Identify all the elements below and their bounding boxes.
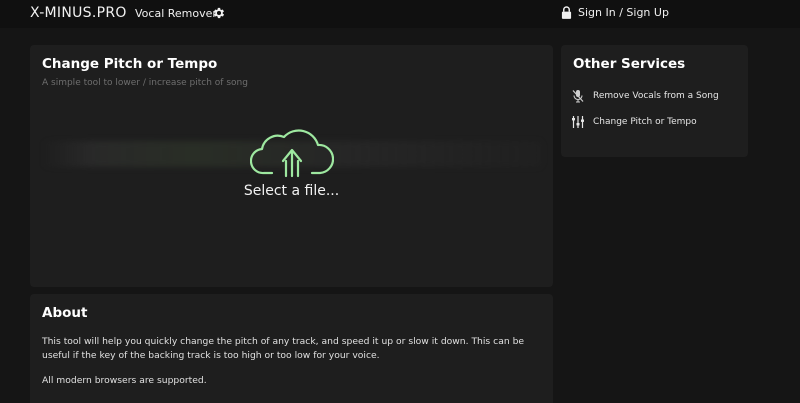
sign-in-link[interactable]: Sign In / Sign Up	[561, 6, 669, 19]
service-change-pitch[interactable]: Change Pitch or Tempo	[571, 115, 697, 129]
service-change-pitch-label: Change Pitch or Tempo	[593, 117, 697, 127]
pitch-tempo-card: Change Pitch or Tempo A simple tool to l…	[30, 45, 553, 287]
sign-in-label: Sign In / Sign Up	[578, 6, 669, 19]
top-navigation-bar: X-MINUS.PRO Vocal Remover Sign In / Sign…	[0, 0, 800, 28]
about-card: About This tool will help you quickly ch…	[30, 294, 553, 403]
page-subtitle: A simple tool to lower / increase pitch …	[42, 78, 248, 88]
cloud-upload-icon	[249, 129, 334, 178]
lock-icon	[561, 6, 572, 19]
select-file-label: Select a file...	[243, 183, 340, 199]
about-description: This tool will help you quickly change t…	[42, 336, 525, 361]
service-remove-vocals[interactable]: Remove Vocals from a Song	[571, 89, 719, 103]
file-upload-dropzone[interactable]: Select a file...	[30, 123, 553, 199]
gear-icon[interactable]	[212, 6, 226, 20]
other-services-card: Other Services Remove Vocals from a Song…	[561, 45, 748, 157]
page-title: Change Pitch or Tempo	[42, 56, 218, 72]
sliders-icon	[572, 116, 584, 128]
nav-vocal-remover-link[interactable]: Vocal Remover	[135, 7, 217, 20]
service-remove-vocals-label: Remove Vocals from a Song	[593, 91, 719, 101]
muted-microphone-icon	[572, 90, 584, 103]
about-browser-support: All modern browsers are supported.	[42, 375, 207, 386]
site-logo[interactable]: X-MINUS.PRO	[30, 5, 127, 21]
about-title: About	[42, 305, 88, 321]
other-services-title: Other Services	[573, 56, 686, 72]
